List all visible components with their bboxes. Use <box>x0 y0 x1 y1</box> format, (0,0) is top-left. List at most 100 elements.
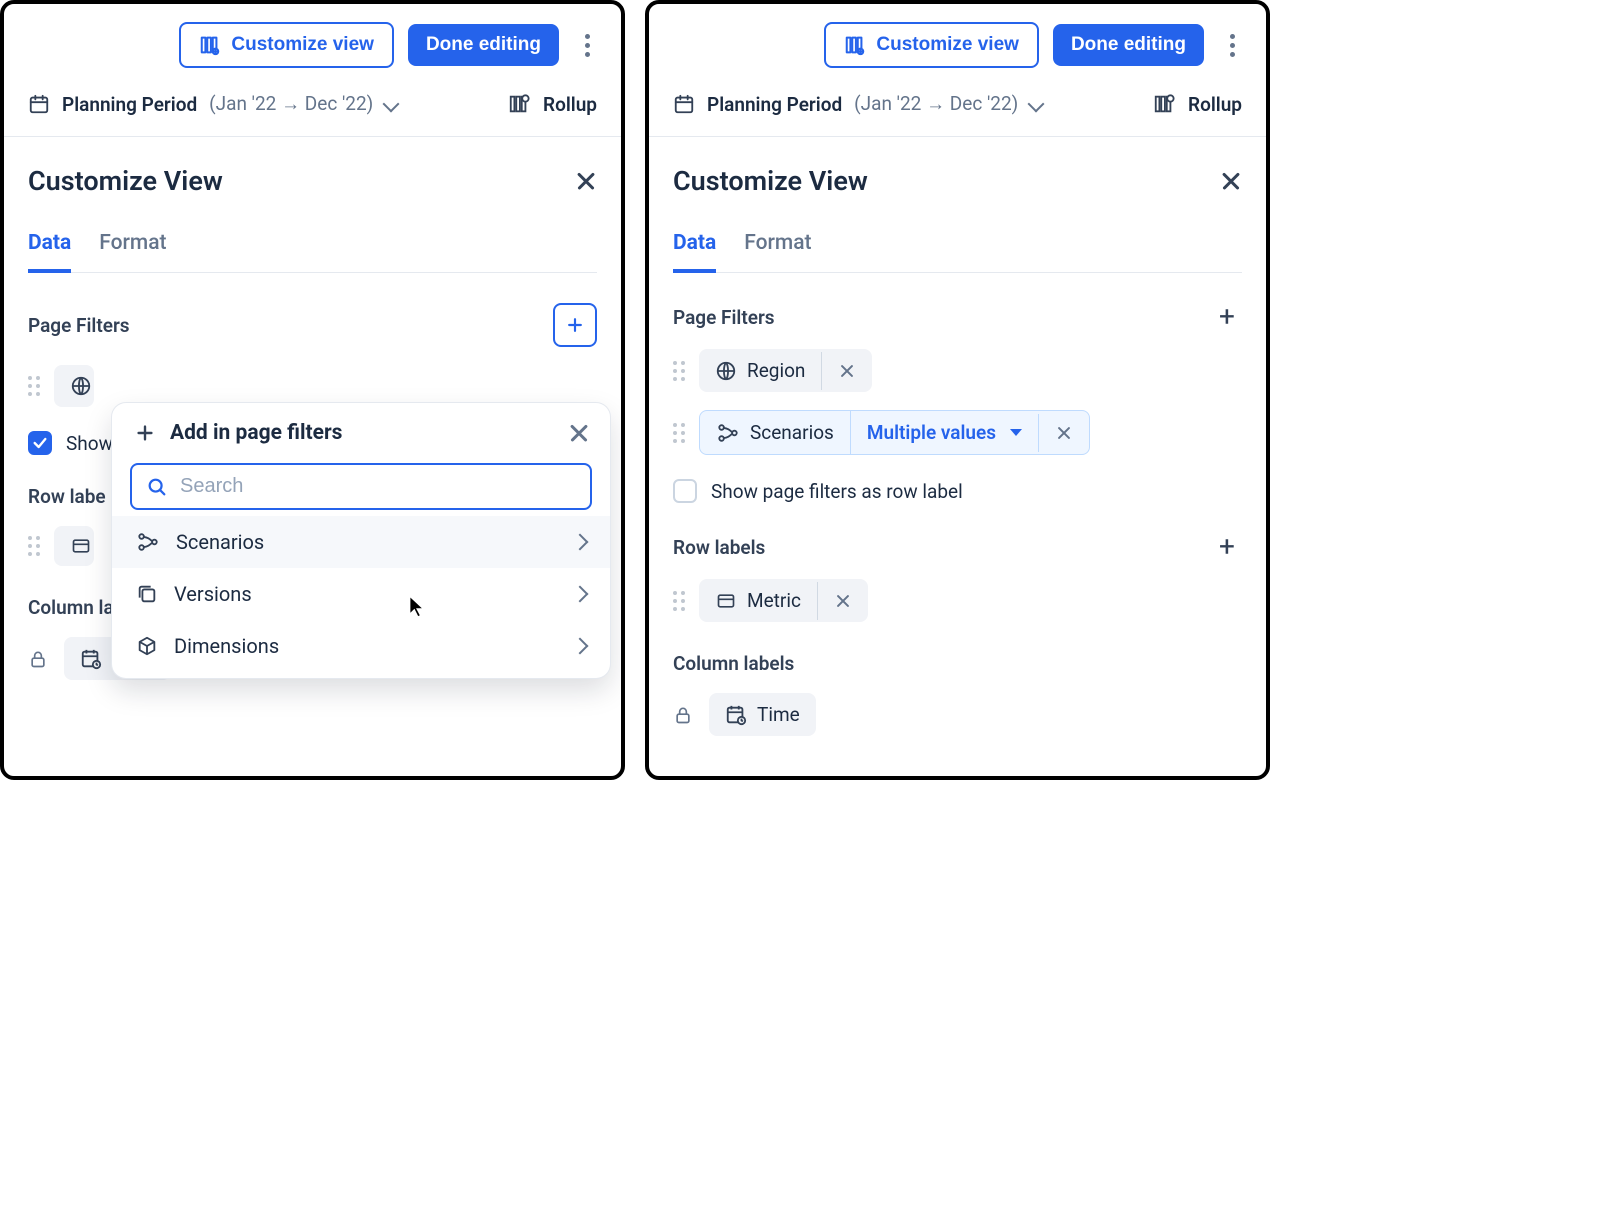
rollup-icon <box>1152 93 1176 115</box>
plus-icon <box>134 422 156 444</box>
rollup-label: Rollup <box>1188 93 1242 116</box>
row-labels-heading: Row labels <box>673 536 765 559</box>
row-label-metric-text: Metric <box>747 589 801 612</box>
scenarios-value-label: Multiple values <box>867 421 996 444</box>
chevron-right-icon <box>572 534 589 551</box>
row-labels-heading: Row labe <box>28 485 106 508</box>
caret-down-icon <box>1010 429 1022 436</box>
add-page-filter-button[interactable]: + <box>1212 303 1242 331</box>
show-filters-label: Show page filters as row label <box>711 480 963 503</box>
lock-icon <box>28 648 50 670</box>
column-label-time-chip[interactable]: Time <box>709 693 816 736</box>
calendar-time-icon <box>725 704 747 726</box>
customize-view-label: Customize view <box>231 34 374 56</box>
lock-icon <box>673 704 695 726</box>
done-editing-label: Done editing <box>1071 34 1186 56</box>
calendar-time-icon <box>80 648 102 670</box>
popover-item-scenarios[interactable]: Scenarios <box>112 516 610 568</box>
customize-view-button[interactable]: Customize view <box>824 22 1039 68</box>
rollup-icon <box>507 93 531 115</box>
page-filter-row <box>28 365 597 407</box>
done-editing-button[interactable]: Done editing <box>408 24 559 66</box>
show-filters-checkbox[interactable] <box>28 431 52 455</box>
scenarios-value-dropdown[interactable]: Multiple values <box>850 411 1038 454</box>
popover-item-versions[interactable]: Versions <box>112 568 610 620</box>
add-page-filter-button[interactable] <box>553 303 597 347</box>
tab-data[interactable]: Data <box>28 231 71 273</box>
scenarios-icon <box>136 531 160 553</box>
add-page-filters-popover: Add in page filters Scenarios <box>112 403 610 678</box>
calendar-icon <box>28 93 50 115</box>
remove-scenarios-filter-button[interactable] <box>1055 424 1073 442</box>
add-row-label-button[interactable]: + <box>1212 533 1242 561</box>
popover-search-input[interactable] <box>130 463 592 510</box>
planning-period-selector[interactable]: Planning Period (Jan '22 → Dec '22) <box>28 92 397 116</box>
panel-title: Customize View <box>28 165 223 197</box>
search-icon <box>146 476 168 498</box>
panel-tabs: Data Format <box>673 231 1242 273</box>
customize-icon <box>199 34 221 56</box>
drag-handle-icon[interactable] <box>28 376 40 396</box>
globe-icon <box>70 375 92 397</box>
overflow-menu-button[interactable] <box>573 25 601 65</box>
customize-icon <box>844 34 866 56</box>
planning-period-selector[interactable]: Planning Period (Jan '22 → Dec '22) <box>673 92 1042 116</box>
show-filters-checkbox[interactable] <box>673 479 697 503</box>
close-panel-button[interactable] <box>1220 170 1242 192</box>
row-label-metric-chip[interactable]: Metric <box>699 579 868 622</box>
chevron-down-icon <box>1028 96 1045 113</box>
popover-close-button[interactable] <box>570 424 588 442</box>
calendar-icon <box>673 93 695 115</box>
column-labels-heading: Column labels <box>673 652 794 675</box>
versions-icon <box>136 583 158 605</box>
scenarios-icon <box>716 422 740 444</box>
chevron-right-icon <box>572 586 589 603</box>
rollup-toggle[interactable]: Rollup <box>507 93 597 116</box>
panel-tabs: Data Format <box>28 231 597 273</box>
customize-view-label: Customize view <box>876 34 1019 56</box>
page-filters-heading: Page Filters <box>673 306 775 329</box>
popover-title: Add in page filters <box>170 421 342 445</box>
remove-metric-row-label-button[interactable] <box>834 592 852 610</box>
panel-title: Customize View <box>673 165 868 197</box>
frame-left: Customize view Done editing Planning Per… <box>0 0 625 780</box>
column-label-time-text: Time <box>757 703 800 726</box>
planning-period-range: (Jan '22 → Dec '22) <box>854 92 1018 116</box>
done-editing-label: Done editing <box>426 34 541 56</box>
planning-period-label: Planning Period <box>707 93 842 116</box>
chevron-right-icon <box>572 638 589 655</box>
rollup-toggle[interactable]: Rollup <box>1152 93 1242 116</box>
page-filter-scenarios-label: Scenarios <box>750 421 834 444</box>
drag-handle-icon[interactable] <box>673 591 685 611</box>
popover-item-label: Versions <box>174 582 252 606</box>
drag-handle-icon[interactable] <box>673 361 685 381</box>
page-filter-scenarios-chip[interactable]: Scenarios Multiple values <box>699 410 1090 455</box>
planning-period-range: (Jan '22 → Dec '22) <box>209 92 373 116</box>
popover-search-field[interactable] <box>180 475 576 498</box>
close-panel-button[interactable] <box>575 170 597 192</box>
dimensions-icon <box>136 635 158 657</box>
row-label-chip[interactable] <box>54 526 94 566</box>
drag-handle-icon[interactable] <box>28 536 40 556</box>
popover-item-label: Scenarios <box>176 530 264 554</box>
remove-region-filter-button[interactable] <box>838 362 856 380</box>
page-filter-chip[interactable] <box>54 365 94 407</box>
popover-item-label: Dimensions <box>174 634 279 658</box>
tab-data[interactable]: Data <box>673 231 716 273</box>
metric-card-icon <box>70 536 92 556</box>
overflow-menu-button[interactable] <box>1218 25 1246 65</box>
done-editing-button[interactable]: Done editing <box>1053 24 1204 66</box>
metric-card-icon <box>715 591 737 611</box>
page-filters-heading: Page Filters <box>28 314 130 337</box>
drag-handle-icon[interactable] <box>673 423 685 443</box>
tab-format[interactable]: Format <box>744 231 811 273</box>
tab-format[interactable]: Format <box>99 231 166 273</box>
customize-view-button[interactable]: Customize view <box>179 22 394 68</box>
chevron-down-icon <box>383 96 400 113</box>
show-filters-label: Show <box>66 432 113 455</box>
rollup-label: Rollup <box>543 93 597 116</box>
popover-item-dimensions[interactable]: Dimensions <box>112 620 610 672</box>
page-filter-region-chip[interactable]: Region <box>699 349 872 392</box>
planning-period-label: Planning Period <box>62 93 197 116</box>
page-filter-region-label: Region <box>747 359 805 382</box>
